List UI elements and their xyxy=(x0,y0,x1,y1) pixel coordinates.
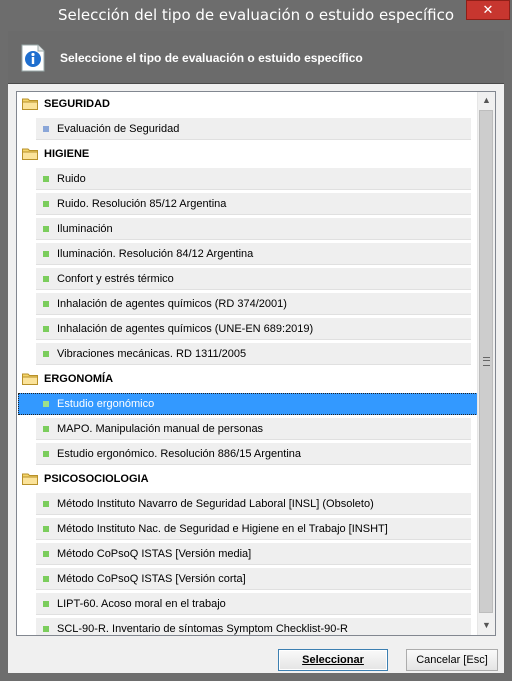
list-item[interactable]: Método Instituto Navarro de Seguridad La… xyxy=(17,492,479,517)
vertical-scrollbar[interactable]: ▲ ▼ xyxy=(477,92,495,635)
dialog-header: Seleccione el tipo de evaluación o estui… xyxy=(8,31,504,84)
cancel-button-label: Cancelar [Esc] xyxy=(416,654,488,666)
item-label: Estudio ergonómico. Resolución 886/15 Ar… xyxy=(57,448,301,460)
item-label: Inhalación de agentes químicos (UNE-EN 6… xyxy=(57,323,314,335)
list-item[interactable]: Ruido. Resolución 85/12 Argentina xyxy=(17,192,479,217)
bullet-icon xyxy=(43,451,49,457)
item-label: Evaluación de Seguridad xyxy=(57,123,180,135)
item-label: Estudio ergonómico xyxy=(57,398,155,410)
bullet-icon xyxy=(43,276,49,282)
bullet-icon xyxy=(43,576,49,582)
bullet-icon xyxy=(43,626,49,632)
select-button[interactable]: Seleccionar xyxy=(278,649,388,671)
bullet-icon xyxy=(43,251,49,257)
item-label: Método CoPsoQ ISTAS [Versión corta] xyxy=(57,573,246,585)
list-item[interactable]: MAPO. Manipulación manual de personas xyxy=(17,417,479,442)
header-instruction: Seleccione el tipo de evaluación o estui… xyxy=(60,51,363,65)
bullet-icon xyxy=(43,176,49,182)
item-label: Método Instituto Nac. de Seguridad e Hig… xyxy=(57,523,388,535)
select-button-label: Seleccionar xyxy=(302,654,364,666)
list-item[interactable]: Evaluación de Seguridad xyxy=(17,117,479,142)
group-header[interactable]: HIGIENE xyxy=(17,142,479,167)
item-label: SCL-90-R. Inventario de síntomas Symptom… xyxy=(57,623,348,635)
title-bar[interactable]: Selección del tipo de evaluación o estui… xyxy=(0,0,512,31)
folder-icon xyxy=(22,473,38,485)
bullet-icon xyxy=(43,401,49,407)
info-icon xyxy=(21,44,45,72)
group-label: SEGURIDAD xyxy=(44,98,111,110)
item-label: Inhalación de agentes químicos (RD 374/2… xyxy=(57,298,287,310)
list-item[interactable]: Iluminación. Resolución 84/12 Argentina xyxy=(17,242,479,267)
list-item[interactable]: Inhalación de agentes químicos (UNE-EN 6… xyxy=(17,317,479,342)
bullet-icon xyxy=(43,226,49,232)
list-item[interactable]: Inhalación de agentes químicos (RD 374/2… xyxy=(17,292,479,317)
list-item[interactable]: Iluminación xyxy=(17,217,479,242)
scroll-up-button[interactable]: ▲ xyxy=(478,92,495,109)
item-label: Ruido xyxy=(57,173,86,185)
scroll-thumb[interactable] xyxy=(479,110,493,613)
folder-icon xyxy=(22,373,38,385)
item-label: Método CoPsoQ ISTAS [Versión media] xyxy=(57,548,252,560)
list-item[interactable]: Ruido xyxy=(17,167,479,192)
item-label: Confort y estrés térmico xyxy=(57,273,174,285)
folder-icon xyxy=(22,98,38,110)
group-header[interactable]: ERGONOMÍA xyxy=(17,367,479,392)
list-item[interactable]: Método Instituto Nac. de Seguridad e Hig… xyxy=(17,517,479,542)
list-item[interactable]: Método CoPsoQ ISTAS [Versión media] xyxy=(17,542,479,567)
bullet-icon xyxy=(43,601,49,607)
group-label: ERGONOMÍA xyxy=(44,373,114,385)
group-label: PSICOSOCIOLOGIA xyxy=(44,473,149,485)
list-item[interactable]: Estudio ergonómico. Resolución 886/15 Ar… xyxy=(17,442,479,467)
bullet-icon xyxy=(43,551,49,557)
list-item[interactable]: Estudio ergonómico xyxy=(17,392,494,417)
bullet-icon xyxy=(43,501,49,507)
window-title: Selección del tipo de evaluación o estui… xyxy=(57,6,455,24)
item-label: Método Instituto Navarro de Seguridad La… xyxy=(57,498,374,510)
cancel-button[interactable]: Cancelar [Esc] xyxy=(406,649,498,671)
folder-icon xyxy=(22,148,38,160)
grip-icon xyxy=(483,357,490,366)
group-label: HIGIENE xyxy=(44,148,90,160)
bullet-icon xyxy=(43,526,49,532)
list-item[interactable]: Confort y estrés térmico xyxy=(17,267,479,292)
bullet-icon xyxy=(43,326,49,332)
item-label: Ruido. Resolución 85/12 Argentina xyxy=(57,198,227,210)
bullet-icon xyxy=(43,126,49,132)
list-item[interactable]: SCL-90-R. Inventario de síntomas Symptom… xyxy=(17,617,479,635)
list-rows: SEGURIDAD Evaluación de Seguridad HIGIENE R… xyxy=(17,92,494,635)
bullet-icon xyxy=(43,201,49,207)
close-button[interactable]: ✕ xyxy=(466,0,510,20)
item-label: Iluminación xyxy=(57,223,113,235)
item-background xyxy=(36,168,471,190)
item-label: Vibraciones mecánicas. RD 1311/2005 xyxy=(57,348,247,360)
scroll-down-button[interactable]: ▼ xyxy=(478,617,495,634)
bullet-icon xyxy=(43,351,49,357)
group-header[interactable]: PSICOSOCIOLOGIA xyxy=(17,467,479,492)
item-label: Iluminación. Resolución 84/12 Argentina xyxy=(57,248,254,260)
item-label: LIPT-60. Acoso moral en el trabajo xyxy=(57,598,226,610)
bullet-icon xyxy=(43,426,49,432)
item-label: MAPO. Manipulación manual de personas xyxy=(57,423,264,435)
list-item[interactable]: Método CoPsoQ ISTAS [Versión corta] xyxy=(17,567,479,592)
group-header[interactable]: SEGURIDAD xyxy=(17,92,479,117)
dialog-window: Selección del tipo de evaluación o estui… xyxy=(0,0,512,681)
bullet-icon xyxy=(43,301,49,307)
dialog-body: Seleccione el tipo de evaluación o estui… xyxy=(8,31,504,673)
evaluation-type-list[interactable]: SEGURIDAD Evaluación de Seguridad HIGIENE R… xyxy=(16,91,496,636)
close-icon: ✕ xyxy=(482,2,494,17)
list-item[interactable]: Vibraciones mecánicas. RD 1311/2005 xyxy=(17,342,479,367)
list-item[interactable]: LIPT-60. Acoso moral en el trabajo xyxy=(17,592,479,617)
